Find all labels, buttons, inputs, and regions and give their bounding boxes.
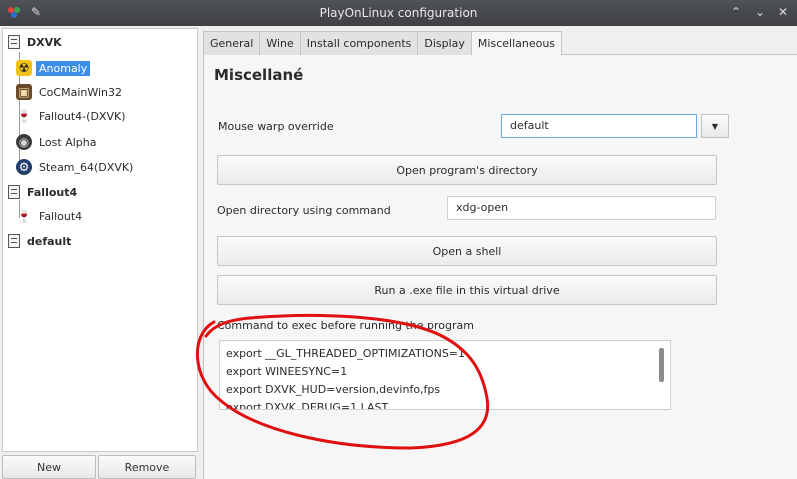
annotation-circle bbox=[195, 313, 490, 450]
